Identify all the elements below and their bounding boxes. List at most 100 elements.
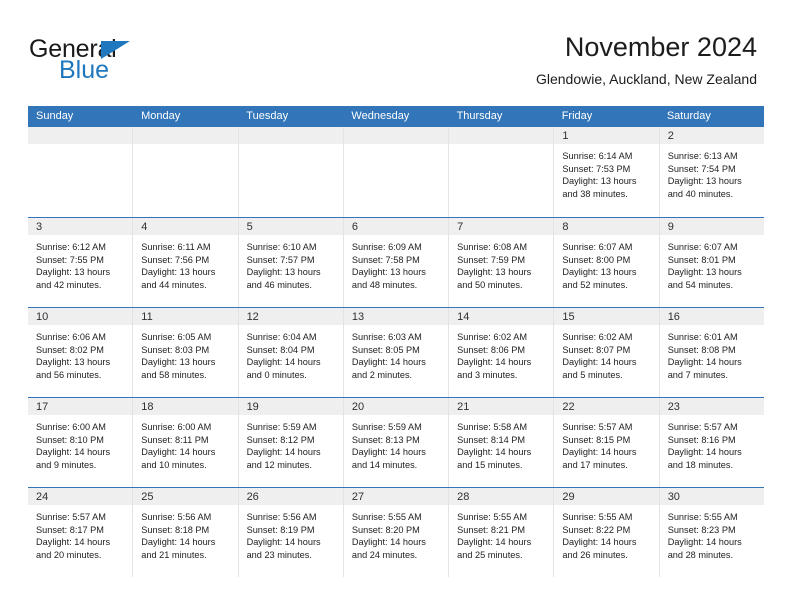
day-details: Sunrise: 6:02 AM Sunset: 8:07 PM Daylight:… <box>554 326 658 381</box>
day-details: Sunrise: 6:02 AM Sunset: 8:06 PM Daylight:… <box>449 326 553 381</box>
day-number: 5 <box>246 221 253 233</box>
day-number-band: 5 <box>238 218 343 236</box>
daylight-duration-line2: and 56 minutes. <box>36 369 102 380</box>
calendar-day-cell[interactable]: 5 Sunrise: 6:10 AM Sunset: 7:57 PM Daylight… <box>238 218 344 307</box>
day-number: 26 <box>246 491 259 503</box>
sunrise-time: Sunrise: 5:57 AM <box>36 512 106 522</box>
daylight-duration-line1: Daylight: 13 hours <box>457 267 532 278</box>
calendar-day-cell[interactable]: 29 Sunrise: 5:55 AM Sunset: 8:22 PM Dayligh… <box>554 488 660 577</box>
sunrise-time: Sunrise: 6:01 AM <box>667 332 738 342</box>
day-number: 16 <box>667 311 680 323</box>
daylight-duration-line2: and 26 minutes. <box>562 549 628 560</box>
calendar-day-cell[interactable]: 17 Sunrise: 6:00 AM Sunset: 8:10 PM Dayligh… <box>28 398 134 487</box>
day-number: 29 <box>562 491 575 503</box>
sunrise-time: Sunrise: 6:10 AM <box>246 242 317 252</box>
calendar-week-row: 1 Sunrise: 6:14 AM Sunset: 7:53 PM Daylight… <box>28 127 764 217</box>
day-details: Sunrise: 6:07 AM Sunset: 8:00 PM Daylight:… <box>554 236 658 291</box>
calendar-day-cell[interactable]: 30 Sunrise: 5:55 AM Sunset: 8:23 PM Dayligh… <box>659 488 764 577</box>
calendar-day-cell[interactable]: 20 Sunrise: 5:59 AM Sunset: 8:13 PM Dayligh… <box>343 398 450 487</box>
day-number: 2 <box>667 130 674 142</box>
daylight-duration-line2: and 0 minutes. <box>246 369 307 380</box>
day-details: Sunrise: 6:06 AM Sunset: 8:02 PM Daylight:… <box>28 326 132 381</box>
sunset-time: Sunset: 7:54 PM <box>667 163 736 174</box>
day-number-band: 3 <box>28 218 133 236</box>
daylight-duration-line2: and 42 minutes. <box>36 279 102 290</box>
sunrise-time: Sunrise: 6:07 AM <box>562 242 633 252</box>
day-number-band: 26 <box>238 488 343 506</box>
daylight-duration-line2: and 58 minutes. <box>141 369 207 380</box>
sunrise-time: Sunrise: 6:04 AM <box>246 332 317 342</box>
calendar-day-cell[interactable]: 14 Sunrise: 6:02 AM Sunset: 8:06 PM Dayligh… <box>449 308 555 397</box>
sunset-time: Sunset: 8:08 PM <box>667 344 736 355</box>
daylight-duration-line2: and 15 minutes. <box>457 459 523 470</box>
day-number: 1 <box>562 130 569 142</box>
calendar-day-cell[interactable]: 1 Sunrise: 6:14 AM Sunset: 7:53 PM Daylight… <box>554 127 660 217</box>
calendar-day-cell[interactable]: 10 Sunrise: 6:06 AM Sunset: 8:02 PM Dayligh… <box>28 308 134 397</box>
day-number: 23 <box>667 401 680 413</box>
location-subtitle: Glendowie, Auckland, New Zealand <box>535 71 757 87</box>
calendar-day-cell[interactable]: 26 Sunrise: 5:56 AM Sunset: 8:19 PM Dayligh… <box>238 488 344 577</box>
daylight-duration-line2: and 3 minutes. <box>457 369 518 380</box>
sunset-time: Sunset: 8:00 PM <box>562 254 631 265</box>
day-number: 11 <box>141 311 153 323</box>
calendar-day-cell[interactable]: 12 Sunrise: 6:04 AM Sunset: 8:04 PM Dayligh… <box>238 308 344 397</box>
sunset-time: Sunset: 8:13 PM <box>351 434 420 445</box>
day-number-band: 9 <box>659 218 764 236</box>
calendar-day-cell[interactable]: 6 Sunrise: 6:09 AM Sunset: 7:58 PM Daylight… <box>343 218 450 307</box>
calendar-day-cell[interactable]: 21 Sunrise: 5:58 AM Sunset: 8:14 PM Dayligh… <box>449 398 555 487</box>
daylight-duration-line1: Daylight: 14 hours <box>457 537 532 548</box>
sunset-time: Sunset: 8:20 PM <box>351 524 420 535</box>
calendar-day-cell[interactable]: 8 Sunrise: 6:07 AM Sunset: 8:00 PM Daylight… <box>554 218 660 307</box>
calendar-day-cell[interactable]: 16 Sunrise: 6:01 AM Sunset: 8:08 PM Dayligh… <box>659 308 764 397</box>
calendar-day-cell[interactable]: 7 Sunrise: 6:08 AM Sunset: 7:59 PM Daylight… <box>449 218 555 307</box>
daylight-duration-line2: and 20 minutes. <box>36 549 102 560</box>
daylight-duration-line1: Daylight: 14 hours <box>667 447 742 458</box>
day-number-band: 4 <box>133 218 238 236</box>
calendar-day-cell[interactable]: 23 Sunrise: 5:57 AM Sunset: 8:16 PM Dayligh… <box>659 398 764 487</box>
daylight-duration-line1: Daylight: 13 hours <box>246 267 321 278</box>
day-details: Sunrise: 5:59 AM Sunset: 8:12 PM Daylight:… <box>239 416 343 471</box>
sunset-time: Sunset: 8:21 PM <box>457 524 526 535</box>
weekday-header-friday: Friday <box>561 110 593 122</box>
calendar-day-cell[interactable]: 3 Sunrise: 6:12 AM Sunset: 7:55 PM Daylight… <box>28 218 134 307</box>
day-details: Sunrise: 5:55 AM Sunset: 8:22 PM Daylight:… <box>554 506 658 561</box>
sunrise-time: Sunrise: 5:59 AM <box>246 422 317 432</box>
sunset-time: Sunset: 8:04 PM <box>246 344 315 355</box>
calendar-day-cell[interactable]: 13 Sunrise: 6:03 AM Sunset: 8:05 PM Dayligh… <box>343 308 450 397</box>
calendar-day-cell[interactable]: 11 Sunrise: 6:05 AM Sunset: 8:03 PM Dayligh… <box>133 308 239 397</box>
daylight-duration-line2: and 38 minutes. <box>562 188 628 199</box>
sunset-time: Sunset: 7:55 PM <box>36 254 104 265</box>
general-blue-logo[interactable]: General Blue <box>29 36 249 92</box>
sunset-time: Sunset: 8:18 PM <box>141 524 210 535</box>
daylight-duration-line1: Daylight: 14 hours <box>141 447 216 458</box>
sunrise-time: Sunrise: 5:56 AM <box>246 512 317 522</box>
calendar-day-cell[interactable]: 27 Sunrise: 5:55 AM Sunset: 8:20 PM Dayligh… <box>343 488 450 577</box>
calendar-day-cell[interactable]: 19 Sunrise: 5:59 AM Sunset: 8:12 PM Dayligh… <box>238 398 344 487</box>
day-details: Sunrise: 6:13 AM Sunset: 7:54 PM Daylight:… <box>660 145 764 200</box>
day-details: Sunrise: 6:07 AM Sunset: 8:01 PM Daylight:… <box>660 236 764 291</box>
calendar-day-cell[interactable]: 24 Sunrise: 5:57 AM Sunset: 8:17 PM Dayligh… <box>28 488 134 577</box>
day-number-band: 7 <box>449 218 554 236</box>
calendar-day-cell[interactable]: 9 Sunrise: 6:07 AM Sunset: 8:01 PM Daylight… <box>659 218 764 307</box>
sunrise-time: Sunrise: 6:03 AM <box>351 332 422 342</box>
day-number: 25 <box>141 491 154 503</box>
brand-name-bottom: Blue <box>59 56 110 84</box>
daylight-duration-line1: Daylight: 14 hours <box>246 537 321 548</box>
day-number: 17 <box>36 401 49 413</box>
calendar-day-cell-empty <box>133 127 239 217</box>
calendar-day-cell[interactable]: 18 Sunrise: 6:00 AM Sunset: 8:11 PM Dayligh… <box>133 398 239 487</box>
calendar-day-cell[interactable]: 22 Sunrise: 5:57 AM Sunset: 8:15 PM Dayligh… <box>554 398 660 487</box>
calendar-day-cell[interactable]: 4 Sunrise: 6:11 AM Sunset: 7:56 PM Daylight… <box>133 218 239 307</box>
day-number: 6 <box>351 221 358 233</box>
sunset-time: Sunset: 8:15 PM <box>562 434 631 445</box>
daylight-duration-line2: and 40 minutes. <box>667 188 734 199</box>
daylight-duration-line1: Daylight: 14 hours <box>457 447 532 458</box>
daylight-duration-line1: Daylight: 14 hours <box>562 537 637 548</box>
calendar-day-cell[interactable]: 15 Sunrise: 6:02 AM Sunset: 8:07 PM Dayligh… <box>554 308 660 397</box>
sunrise-time: Sunrise: 5:55 AM <box>562 512 633 522</box>
page-title: November 2024 <box>564 32 757 62</box>
title-block: November 2024 Glendowie, Auckland, New Z… <box>536 30 757 89</box>
calendar-day-cell[interactable]: 28 Sunrise: 5:55 AM Sunset: 8:21 PM Dayligh… <box>449 488 555 577</box>
calendar-day-cell[interactable]: 2 Sunrise: 6:13 AM Sunset: 7:54 PM Daylight… <box>659 127 764 217</box>
calendar-day-cell[interactable]: 25 Sunrise: 5:56 AM Sunset: 8:18 PM Dayligh… <box>133 488 239 577</box>
